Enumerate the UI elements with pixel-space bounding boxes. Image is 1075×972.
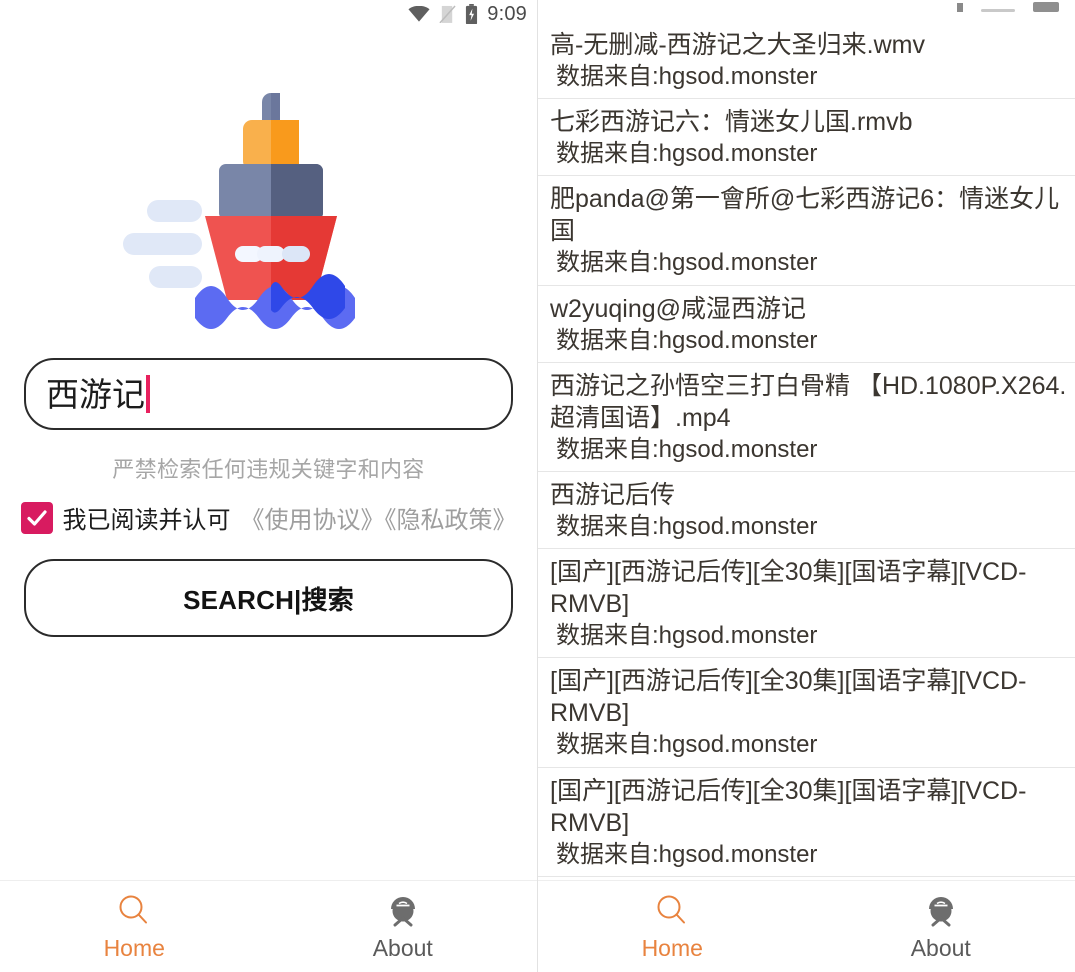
bottom-nav-right: Home About xyxy=(538,880,1075,972)
text-caret xyxy=(146,375,150,413)
result-title: 西游记之孙悟空三打白骨精 【HD.1080P.X264.超清国语】.mp4 xyxy=(550,371,1067,432)
result-source: 数据来自:hgsod.monster xyxy=(556,140,818,168)
result-row[interactable]: 西游记之孙悟空三打白骨精 【HD.1080P.X264.超清国语】.mp4 数据来… xyxy=(538,363,1075,472)
result-source: 数据来自:hgsod.monster xyxy=(556,249,818,277)
battery-charging-icon xyxy=(465,4,478,25)
anchor-icon xyxy=(924,891,958,931)
result-row[interactable]: w2yuqing@咸湿西游记数据来自:hgsod.monster xyxy=(538,286,1075,363)
wifi-icon-clipped xyxy=(957,3,963,12)
nav-label-home-right: Home xyxy=(641,935,703,961)
result-row[interactable]: 肥panda@第一會所@七彩西游记6：情迷女儿国数据来自:hgsod.monst… xyxy=(538,176,1075,286)
search-icon xyxy=(654,891,690,931)
agreement-links[interactable]: 《使用协议》《隐私政策》 xyxy=(241,500,517,535)
result-row[interactable]: 高-无删减-西游记之大圣归来.wmv 数据来自:hgsod.monster xyxy=(538,22,1075,100)
nav-item-about[interactable]: About xyxy=(269,891,538,962)
agreement-row: 我已阅读并认可 《使用协议》《隐私政策》 xyxy=(20,500,517,535)
search-warning-text: 严禁检索任何违规关键字和内容 xyxy=(112,457,425,482)
status-bar-clipped xyxy=(538,0,1075,12)
result-row[interactable]: 七彩西游记六：情迷女儿国.rmvb 数据来自:hgsod.monster xyxy=(538,99,1075,177)
result-title: [国产][西游记后传][全30集][国语字幕][VCD-RMVB] xyxy=(550,558,1027,619)
result-title: 七彩西游记六：情迷女儿国.rmvb xyxy=(550,108,913,137)
brand-hero xyxy=(0,28,537,358)
result-source: 数据来自:hgsod.monster xyxy=(556,840,818,868)
result-source: 数据来自:hgsod.monster xyxy=(556,731,818,759)
agreement-label: 我已阅读并认可 xyxy=(62,507,231,534)
nav-item-home-right[interactable]: Home xyxy=(538,891,807,962)
result-source: 数据来自:hgsod.monster xyxy=(556,326,818,354)
search-form: 西游记 严禁检索任何违规关键字和内容 我已阅读并认可 《使用协议》《隐私政策》 … xyxy=(0,358,537,637)
search-input-value: 西游记 xyxy=(46,375,145,413)
search-results-list[interactable]: 高-无删减-西游记之大圣归来.wmv 数据来自:hgsod.monster 七彩西游… xyxy=(538,12,1075,880)
nav-item-home[interactable]: Home xyxy=(0,891,269,962)
search-button[interactable]: SEARCH|搜索 xyxy=(24,559,513,637)
result-title: [国产][西游记后传][全30集][国语字幕][VCD-RMVB] xyxy=(550,667,1027,728)
result-source: 数据来自:hgsod.monster xyxy=(556,435,818,463)
result-source: 数据来自:hgsod.monster xyxy=(556,63,818,90)
result-row[interactable]: [国产][西游记后传][全30集][国语字幕][VCD-RMVB] 数据来自:hg… xyxy=(538,549,1075,659)
result-title: 高-无删减-西游记之大圣归来.wmv xyxy=(550,31,925,59)
signal-off-icon xyxy=(439,4,456,24)
result-title: 西游记后传 xyxy=(550,480,676,509)
home-panel: 9:09 西游记 严禁检索任何违规关键字和内容 我已阅读并认可 《使用协议》《隐… xyxy=(0,0,537,972)
status-bar: 9:09 xyxy=(0,0,537,28)
check-icon xyxy=(26,509,47,526)
app-screen: 9:09 西游记 严禁检索任何违规关键字和内容 我已阅读并认可 《使用协议》《隐… xyxy=(0,0,1075,972)
results-panel: 高-无删减-西游记之大圣归来.wmv 数据来自:hgsod.monster 七彩西游… xyxy=(537,0,1075,972)
result-row[interactable]: [国产][西游记后传][全30集][国语字幕][VCD-RMVB] 数据来自:hg… xyxy=(538,658,1075,768)
search-input[interactable]: 西游记 xyxy=(24,358,513,430)
result-source: 数据来自:hgsod.monster xyxy=(556,512,818,540)
result-row[interactable]: 西游记后传数据来自:hgsod.monster xyxy=(538,472,1075,550)
bottom-nav-left: Home About xyxy=(0,880,537,972)
result-row[interactable]: [国产][西游记后传][全30集][国语字幕][VCD-RMVB] 数据来自:hg… xyxy=(538,768,1075,877)
status-time: 9:09 xyxy=(487,2,527,25)
ship-logo xyxy=(122,93,355,329)
left-spacer xyxy=(0,637,537,880)
nav-label-about: About xyxy=(372,935,433,961)
search-icon xyxy=(116,891,152,931)
result-title: w2yuqing@咸湿西游记 xyxy=(550,294,807,323)
wifi-icon xyxy=(408,5,430,22)
nav-label-about-right: About xyxy=(910,935,971,961)
result-title: 肥panda@第一會所@七彩西游记6：情迷女儿国 xyxy=(550,185,1060,246)
nav-item-about-right[interactable]: About xyxy=(807,891,1075,962)
anchor-icon xyxy=(386,891,420,931)
search-button-label: SEARCH|搜索 xyxy=(183,584,354,615)
battery-charging-icon-clipped xyxy=(1033,2,1059,12)
agreement-checkbox[interactable] xyxy=(20,501,53,534)
result-title: [国产][西游记后传][全30集][国语字幕][VCD-RMVB] xyxy=(550,776,1027,837)
result-source: 数据来自:hgsod.monster xyxy=(556,622,818,650)
nav-label-home: Home xyxy=(103,935,165,961)
